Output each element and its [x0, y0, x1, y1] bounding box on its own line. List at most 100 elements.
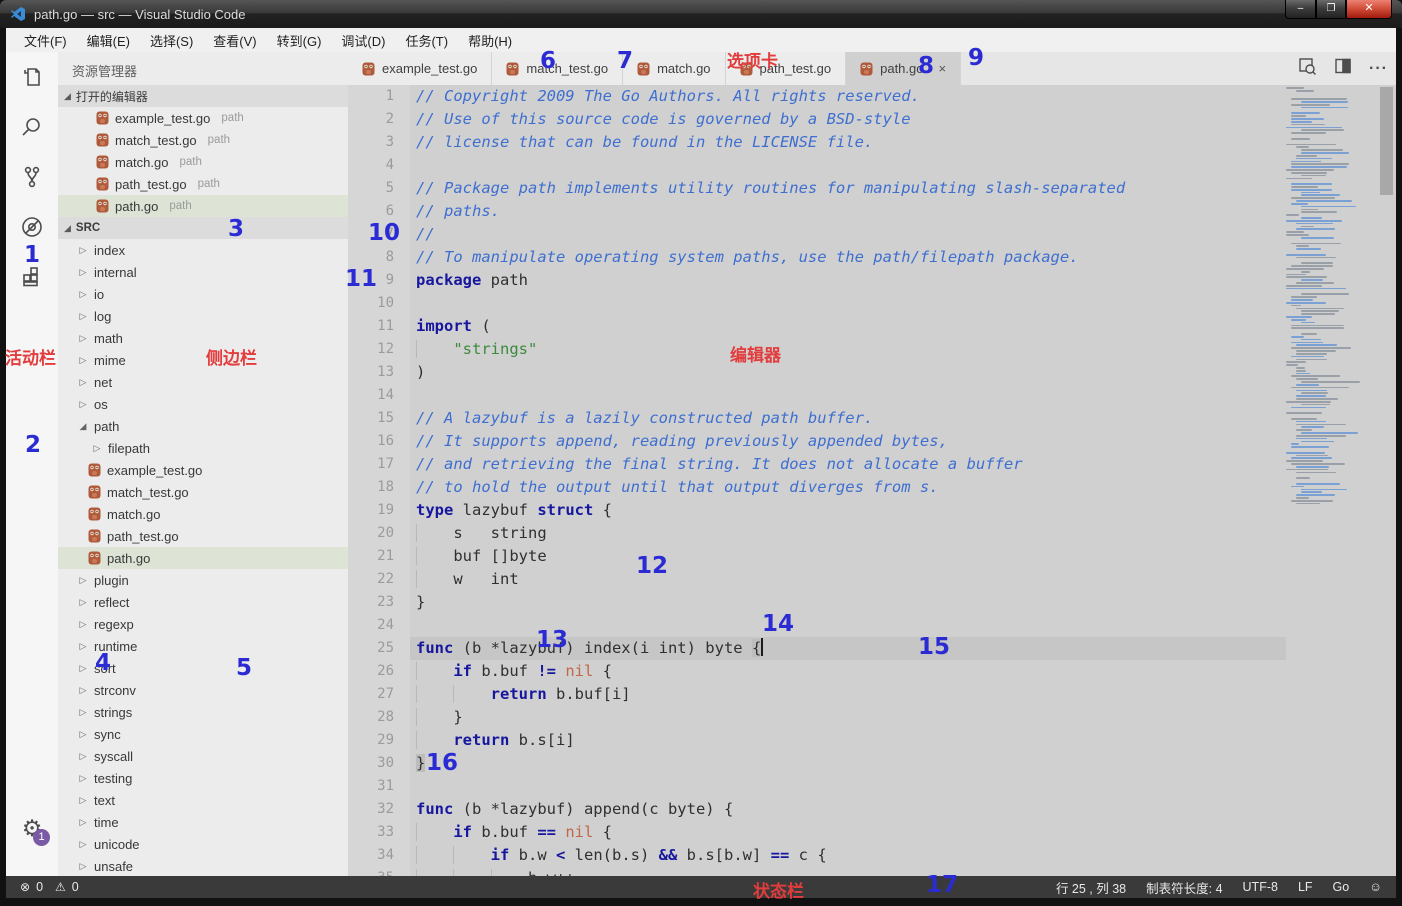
- debug-icon[interactable]: [6, 202, 58, 252]
- tree-item-text[interactable]: ▷ text: [58, 789, 348, 811]
- menu-item-任[interactable]: 任务(T): [395, 28, 458, 53]
- code-line[interactable]: 17 // and retrieving the final string. It…: [348, 453, 1396, 476]
- tree-item-path[interactable]: ◢ path: [58, 415, 348, 437]
- tree-item-filepath[interactable]: ▷ filepath: [58, 437, 348, 459]
- scrollbar-thumb[interactable]: [1380, 87, 1393, 195]
- tree-item-sort[interactable]: ▷ sort: [58, 657, 348, 679]
- menu-item-查[interactable]: 查看(V): [203, 28, 266, 53]
- tree-item-index[interactable]: ▷ index: [58, 239, 348, 261]
- code-line[interactable]: 35 b.w++: [348, 867, 1396, 876]
- minimize-button[interactable]: –: [1285, 0, 1316, 19]
- search-icon[interactable]: [6, 102, 58, 152]
- code-line[interactable]: 34 if b.w < len(b.s) && b.s[b.w] == c {: [348, 844, 1396, 867]
- tree-item-testing[interactable]: ▷ testing: [58, 767, 348, 789]
- code-line[interactable]: 8 // To manipulate operating system paths…: [348, 246, 1396, 269]
- code-line[interactable]: 2 // Use of this source code is governed …: [348, 108, 1396, 131]
- extensions-icon[interactable]: [6, 252, 58, 302]
- src-section-header[interactable]: ◢ SRC: [58, 217, 348, 239]
- tree-item-regexp[interactable]: ▷ regexp: [58, 613, 348, 635]
- tree-item-mime[interactable]: ▷ mime: [58, 349, 348, 371]
- open-editor-item[interactable]: path.go path: [58, 195, 348, 217]
- code-line[interactable]: 20 s string: [348, 522, 1396, 545]
- code-line[interactable]: 25 func (b *lazybuf) index(i int) byte {: [348, 637, 1396, 660]
- code-line[interactable]: 13): [348, 361, 1396, 384]
- explorer-icon[interactable]: [6, 52, 58, 102]
- tree-item-sync[interactable]: ▷ sync: [58, 723, 348, 745]
- code-line[interactable]: 32 func (b *lazybuf) append(c byte) {: [348, 798, 1396, 821]
- code-line[interactable]: 31: [348, 775, 1396, 798]
- tree-item-net[interactable]: ▷ net: [58, 371, 348, 393]
- code-line[interactable]: 30}: [348, 752, 1396, 775]
- maximize-button[interactable]: ❐: [1316, 0, 1346, 19]
- status-item-2[interactable]: UTF-8: [1243, 880, 1278, 894]
- status-item-3[interactable]: LF: [1298, 880, 1313, 894]
- code-line[interactable]: 27 return b.buf[i]: [348, 683, 1396, 706]
- code-line[interactable]: 21 buf []byte: [348, 545, 1396, 568]
- code-line[interactable]: 10: [348, 292, 1396, 315]
- code-line[interactable]: 26 if b.buf != nil {: [348, 660, 1396, 683]
- tree-item-time[interactable]: ▷ time: [58, 811, 348, 833]
- open-editors-header[interactable]: ◢ 打开的编辑器: [58, 85, 348, 107]
- tree-item-example_test.go[interactable]: example_test.go: [58, 459, 348, 481]
- tree-item-syscall[interactable]: ▷ syscall: [58, 745, 348, 767]
- tree-item-math[interactable]: ▷ math: [58, 327, 348, 349]
- search-editor-icon[interactable]: [1297, 56, 1317, 81]
- more-actions-icon[interactable]: ···: [1369, 60, 1388, 78]
- tree-item-path.go[interactable]: path.go: [58, 547, 348, 569]
- tab-match_test.go[interactable]: match_test.go: [492, 52, 624, 85]
- code-line[interactable]: 18 // to hold the output until that outpu…: [348, 476, 1396, 499]
- tree-item-unicode[interactable]: ▷ unicode: [58, 833, 348, 855]
- status-item-1[interactable]: 制表符长度: 4: [1146, 878, 1222, 897]
- problems-indicator[interactable]: ⊗ 0 ⚠ 0: [20, 880, 79, 894]
- tree-item-plugin[interactable]: ▷ plugin: [58, 569, 348, 591]
- code-line[interactable]: 24: [348, 614, 1396, 637]
- code-line[interactable]: 3 // license that can be found in the LIC…: [348, 131, 1396, 154]
- code-line[interactable]: 33 if b.buf == nil {: [348, 821, 1396, 844]
- tree-item-strconv[interactable]: ▷ strconv: [58, 679, 348, 701]
- tree-item-os[interactable]: ▷ os: [58, 393, 348, 415]
- tree-item-reflect[interactable]: ▷ reflect: [58, 591, 348, 613]
- tab-match.go[interactable]: match.go: [623, 52, 726, 85]
- settings-gear-icon[interactable]: ⚙ 1: [6, 808, 58, 848]
- code-line[interactable]: 11 import (: [348, 315, 1396, 338]
- open-editor-item[interactable]: match_test.go path: [58, 129, 348, 151]
- tree-item-internal[interactable]: ▷ internal: [58, 261, 348, 283]
- tree-item-path_test.go[interactable]: path_test.go: [58, 525, 348, 547]
- tree-item-log[interactable]: ▷ log: [58, 305, 348, 327]
- code-line[interactable]: 5 // Package path implements utility rout…: [348, 177, 1396, 200]
- code-line[interactable]: 15 // A lazybuf is a lazily constructed p…: [348, 407, 1396, 430]
- status-item-4[interactable]: Go: [1333, 880, 1350, 894]
- status-item-0[interactable]: 行 25 , 列 38: [1056, 878, 1126, 897]
- tree-item-io[interactable]: ▷ io: [58, 283, 348, 305]
- code-line[interactable]: 28 }: [348, 706, 1396, 729]
- code-line[interactable]: 19 type lazybuf struct {: [348, 499, 1396, 522]
- tab-close-icon[interactable]: ×: [938, 61, 946, 76]
- menu-item-文[interactable]: 文件(F): [14, 28, 77, 53]
- menu-item-转[interactable]: 转到(G): [267, 28, 332, 53]
- tree-item-unsafe[interactable]: ▷ unsafe: [58, 855, 348, 876]
- code-line[interactable]: 6 // paths.: [348, 200, 1396, 223]
- menu-item-调[interactable]: 调试(D): [331, 28, 395, 53]
- open-editor-item[interactable]: path_test.go path: [58, 173, 348, 195]
- source-control-icon[interactable]: [6, 152, 58, 202]
- tab-path.go[interactable]: path.go ×: [846, 52, 962, 85]
- code-line[interactable]: 7 //: [348, 223, 1396, 246]
- code-line[interactable]: 14: [348, 384, 1396, 407]
- menu-item-编[interactable]: 编辑(E): [77, 28, 140, 53]
- tab-example_test.go[interactable]: example_test.go: [348, 52, 493, 85]
- open-editor-item[interactable]: example_test.go path: [58, 107, 348, 129]
- code-line[interactable]: 16 // It supports append, reading previou…: [348, 430, 1396, 453]
- code-line[interactable]: 1 // Copyright 2009 The Go Authors. All r…: [348, 85, 1396, 108]
- menu-item-帮[interactable]: 帮助(H): [458, 28, 522, 53]
- split-editor-icon[interactable]: [1333, 56, 1353, 81]
- feedback-smiley-icon[interactable]: ☺: [1369, 880, 1382, 894]
- code-line[interactable]: 12 "strings": [348, 338, 1396, 361]
- close-button[interactable]: ✕: [1346, 0, 1392, 19]
- code-line[interactable]: 23}: [348, 591, 1396, 614]
- code-line[interactable]: 29 return b.s[i]: [348, 729, 1396, 752]
- code-line[interactable]: 4: [348, 154, 1396, 177]
- code-line[interactable]: 22 w int: [348, 568, 1396, 591]
- tree-item-match_test.go[interactable]: match_test.go: [58, 481, 348, 503]
- minimap[interactable]: [1286, 87, 1362, 511]
- code-line[interactable]: 9 package path: [348, 269, 1396, 292]
